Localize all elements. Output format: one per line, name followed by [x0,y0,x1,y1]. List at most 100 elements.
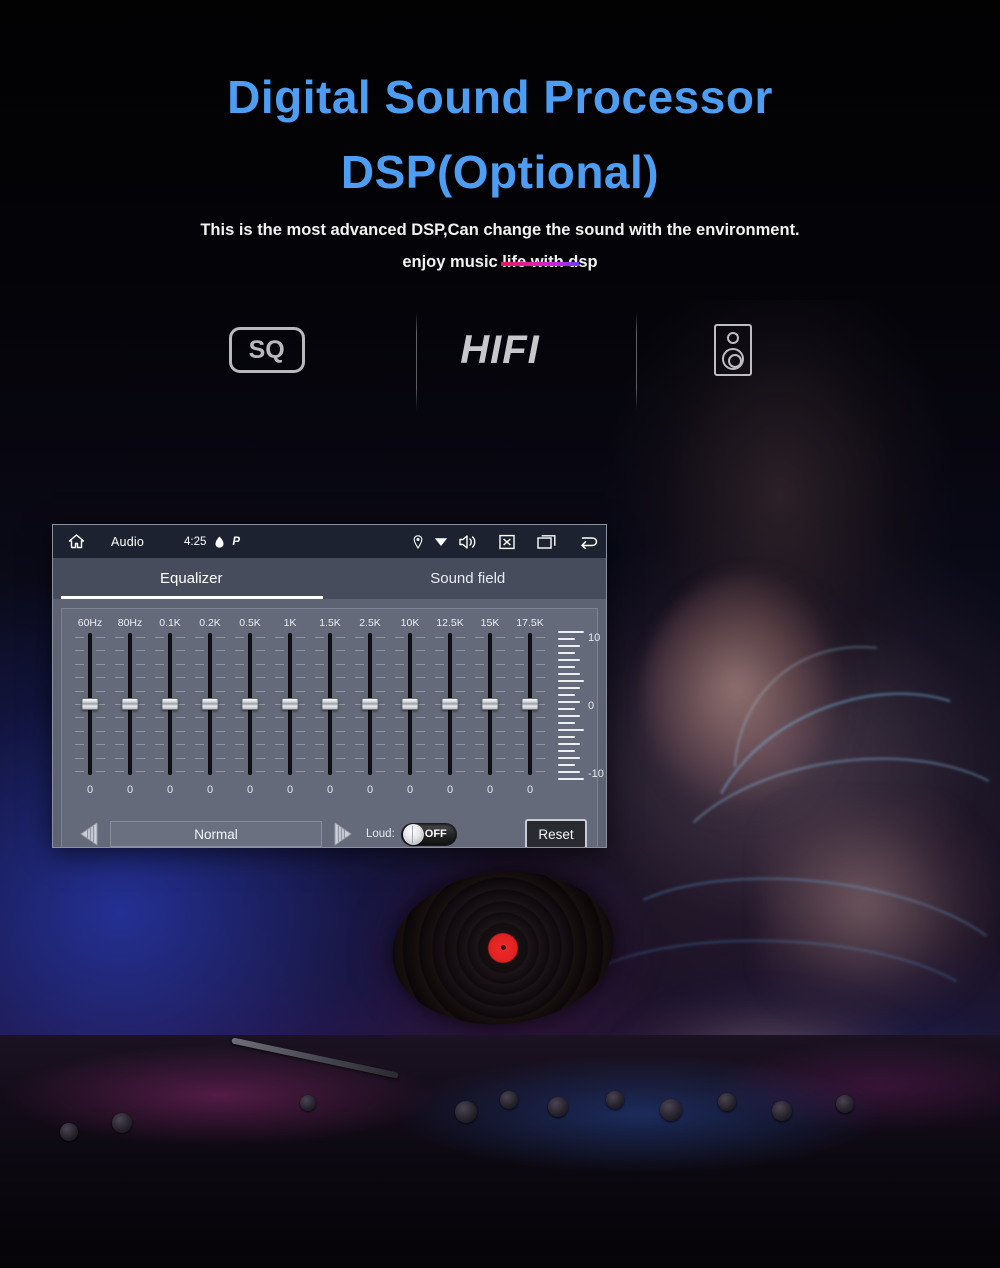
volume-icon[interactable] [459,534,477,550]
mixer-knob [660,1099,682,1121]
oval-indicator-icon [215,536,224,548]
eq-band-frequency-label: 15K [480,617,500,629]
speaker-badge [617,310,850,390]
db-scale-label-mid: 0 [588,700,595,712]
status-bar-time: 4:25 [183,535,207,548]
page-subtitle-line1: This is the most advanced DSP,Can change… [200,221,800,239]
eq-slider-thumb[interactable] [121,698,139,710]
sq-icon: SQ [228,327,305,373]
eq-band-slider[interactable] [233,633,267,775]
eq-slider-thumb[interactable] [361,698,379,710]
tab-equalizer[interactable]: Equalizer [53,558,330,599]
eq-slider-thumb[interactable] [401,698,419,710]
home-icon[interactable] [63,534,89,549]
eq-slider-thumb[interactable] [241,698,259,710]
eq-band: 17.5K 0 [510,617,550,796]
eq-band-slider[interactable] [313,633,347,775]
eq-band: 10K 0 [390,617,430,796]
eq-band-value-label: 0 [486,784,494,796]
eq-band-slider[interactable] [73,633,107,775]
close-box-icon[interactable] [499,534,515,550]
loudness-label: Loud: [366,828,395,840]
eq-band-slider[interactable] [193,633,227,775]
eq-band-slider[interactable] [113,633,147,775]
reset-button[interactable]: Reset [525,819,587,847]
eq-band-slider[interactable] [513,633,547,775]
eq-band: 0.2K 0 [190,617,230,796]
eq-band-frequency-label: 0.5K [239,617,261,629]
eq-band-value-label: 0 [366,784,374,796]
hifi-badge-label: HIFI [460,327,540,372]
equalizer-band-list: 60Hz 0 80Hz 0 0.1K 0 0.2K 0 0.5K 0 1K 0 1.5K 0 2.5K 0 10… [68,617,604,809]
db-scale: 10 0 -10 [554,631,604,809]
eq-band-slider[interactable] [433,633,467,775]
tweeter-icon [727,332,740,344]
eq-band-value-label: 0 [86,784,94,796]
eq-band-frequency-label: 80Hz [117,617,143,629]
eq-band-frequency-label: 0.2K [199,617,221,629]
db-scale-ruler [558,631,584,781]
badge-divider [416,312,417,410]
woofer-icon [722,348,745,370]
eq-slider-thumb[interactable] [481,698,499,710]
eq-band-slider[interactable] [393,633,427,775]
eq-band: 80Hz 0 [110,617,150,796]
eq-band-frequency-label: 10K [400,617,420,629]
eq-band-frequency-label: 1K [283,617,297,629]
page-title-line1: Digital Sound Processor [227,71,773,123]
mixer-knob [836,1095,854,1113]
dsp-device-screen: Audio 4:25 P Equalizer Sound field 60Hz … [52,524,607,848]
location-pin-icon [413,534,423,549]
mixer-knob [548,1097,568,1117]
status-bar-right [402,534,598,550]
eq-band-frequency-label: 2.5K [359,617,381,629]
eq-slider-thumb[interactable] [81,698,99,710]
device-status-bar: Audio 4:25 P [53,525,606,558]
mixer-knob [772,1101,792,1121]
tab-sound-field[interactable]: Sound field [330,558,607,599]
eq-slider-thumb[interactable] [321,698,339,710]
eq-band-slider[interactable] [273,633,307,775]
eq-band-frequency-label: 1.5K [319,617,341,629]
next-preset-icon[interactable] [326,818,360,847]
eq-band-slider[interactable] [473,633,507,775]
eq-slider-thumb[interactable] [441,698,459,710]
mixer-knob [606,1091,624,1109]
eq-slider-thumb[interactable] [201,698,219,710]
eq-band-slider[interactable] [353,633,387,775]
mixer-knob [455,1101,477,1123]
eq-band: 0.5K 0 [230,617,270,796]
band-host: 60Hz 0 80Hz 0 0.1K 0 0.2K 0 0.5K 0 1K 0 1.5K 0 2.5K 0 10… [70,617,550,796]
page-subtitle-line2: enjoy music life with dsp [402,253,598,272]
eq-band-frequency-label: 12.5K [436,617,464,629]
eq-band: 1K 0 [270,617,310,796]
back-icon[interactable] [578,535,598,549]
preset-field[interactable]: Normal [110,821,322,847]
feature-badge-row: SQ HIFI [150,310,850,410]
mixer-knob [60,1123,78,1141]
page-title: Digital Sound Processor DSP(Optional) [0,60,1000,209]
eq-band-value-label: 0 [166,784,174,796]
eq-slider-thumb[interactable] [521,698,539,710]
eq-band: 12.5K 0 [430,617,470,796]
page-root: Digital Sound Processor DSP(Optional) Th… [0,0,1000,1268]
parking-p-icon: P [232,535,241,548]
speaker-icon [714,324,753,376]
eq-band: 1.5K 0 [310,617,350,796]
recents-icon[interactable] [537,534,556,550]
equalizer-control-bar: Normal Loud: OFF Reset [68,811,591,847]
eq-band-value-label: 0 [446,784,454,796]
eq-band: 2.5K 0 [350,617,390,796]
badge-divider [636,312,637,410]
toggle-knob-icon [402,823,424,845]
eq-band-slider[interactable] [153,633,187,775]
db-scale-label-top: 10 [588,632,601,644]
eq-slider-thumb[interactable] [161,698,179,710]
eq-band-frequency-label: 60Hz [77,617,103,629]
prev-preset-icon[interactable] [72,818,106,847]
eq-band: 0.1K 0 [150,617,190,796]
eq-band-value-label: 0 [406,784,414,796]
loudness-toggle[interactable]: OFF [400,822,457,846]
eq-slider-thumb[interactable] [281,698,299,710]
mixer-knob [718,1093,736,1111]
